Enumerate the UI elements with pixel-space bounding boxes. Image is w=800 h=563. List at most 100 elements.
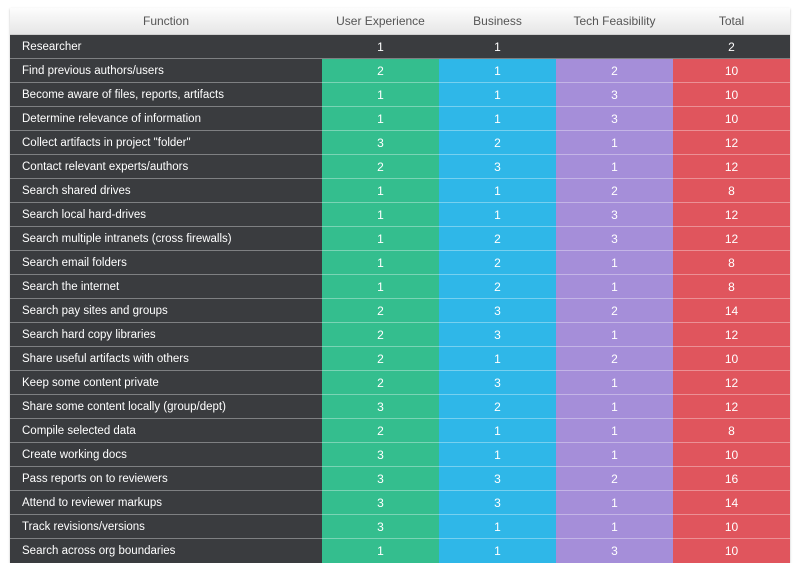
cell-fn: Compile selected data xyxy=(10,419,322,443)
cell-tot: 14 xyxy=(673,491,790,515)
table-header: Function User Experience Business Tech F… xyxy=(10,8,790,35)
cell-biz: 1 xyxy=(439,179,556,203)
cell-ux: 3 xyxy=(322,491,439,515)
cell-biz: 1 xyxy=(439,59,556,83)
cell-tot: 12 xyxy=(673,323,790,347)
cell-fn: Determine relevance of information xyxy=(10,107,322,131)
cell-ux: 1 xyxy=(322,203,439,227)
cell-fn: Search pay sites and groups xyxy=(10,299,322,323)
cell-tot: 12 xyxy=(673,371,790,395)
cell-tot: 10 xyxy=(673,515,790,539)
cell-tot: 12 xyxy=(673,131,790,155)
cell-ux: 2 xyxy=(322,155,439,179)
cell-tf: 1 xyxy=(556,371,673,395)
cell-ux: 1 xyxy=(322,227,439,251)
cell-biz: 2 xyxy=(439,251,556,275)
cell-biz: 3 xyxy=(439,371,556,395)
cell-biz: 2 xyxy=(439,227,556,251)
cell-fn: Search local hard-drives xyxy=(10,203,322,227)
table-row: Become aware of files, reports, artifact… xyxy=(10,83,790,107)
cell-fn: Share some content locally (group/dept) xyxy=(10,395,322,419)
cell-tot: 2 xyxy=(673,35,790,59)
cell-ux: 2 xyxy=(322,323,439,347)
cell-ux: 1 xyxy=(322,179,439,203)
cell-biz: 2 xyxy=(439,395,556,419)
cell-fn: Search multiple intranets (cross firewal… xyxy=(10,227,322,251)
table-row: Keep some content private23112 xyxy=(10,371,790,395)
cell-tf: 1 xyxy=(556,515,673,539)
cell-fn: Search email folders xyxy=(10,251,322,275)
cell-ux: 3 xyxy=(322,467,439,491)
cell-tf: 3 xyxy=(556,107,673,131)
cell-tf: 1 xyxy=(556,323,673,347)
cell-ux: 2 xyxy=(322,371,439,395)
cell-tot: 10 xyxy=(673,59,790,83)
cell-tf: 3 xyxy=(556,203,673,227)
cell-ux: 2 xyxy=(322,347,439,371)
table-row: Attend to reviewer markups33114 xyxy=(10,491,790,515)
cell-tot: 12 xyxy=(673,227,790,251)
cell-biz: 1 xyxy=(439,515,556,539)
cell-biz: 1 xyxy=(439,107,556,131)
table-row: Determine relevance of information11310 xyxy=(10,107,790,131)
table-row: Share some content locally (group/dept)3… xyxy=(10,395,790,419)
col-business: Business xyxy=(439,8,556,35)
cell-tot: 8 xyxy=(673,251,790,275)
cell-tot: 10 xyxy=(673,347,790,371)
cell-fn: Researcher xyxy=(10,35,322,59)
cell-tf xyxy=(556,35,673,59)
cell-fn: Contact relevant experts/authors xyxy=(10,155,322,179)
table-row: Track revisions/versions31110 xyxy=(10,515,790,539)
table-row: Search the internet1218 xyxy=(10,275,790,299)
table-body: Researcher112Find previous authors/users… xyxy=(10,35,790,563)
cell-tot: 12 xyxy=(673,395,790,419)
cell-fn: Keep some content private xyxy=(10,371,322,395)
cell-tf: 1 xyxy=(556,395,673,419)
cell-tf: 1 xyxy=(556,419,673,443)
cell-biz: 1 xyxy=(439,347,556,371)
cell-tf: 1 xyxy=(556,131,673,155)
cell-ux: 3 xyxy=(322,515,439,539)
cell-biz: 3 xyxy=(439,491,556,515)
cell-tf: 3 xyxy=(556,539,673,563)
cell-tf: 2 xyxy=(556,347,673,371)
cell-biz: 1 xyxy=(439,35,556,59)
cell-tot: 8 xyxy=(673,419,790,443)
cell-fn: Find previous authors/users xyxy=(10,59,322,83)
cell-tf: 1 xyxy=(556,491,673,515)
cell-fn: Create working docs xyxy=(10,443,322,467)
cell-tot: 8 xyxy=(673,275,790,299)
cell-biz: 1 xyxy=(439,443,556,467)
cell-biz: 3 xyxy=(439,155,556,179)
cell-tf: 2 xyxy=(556,59,673,83)
cell-tf: 1 xyxy=(556,275,673,299)
cell-ux: 2 xyxy=(322,299,439,323)
cell-ux: 1 xyxy=(322,251,439,275)
cell-biz: 1 xyxy=(439,419,556,443)
cell-biz: 3 xyxy=(439,323,556,347)
cell-fn: Attend to reviewer markups xyxy=(10,491,322,515)
table-row: Search email folders1218 xyxy=(10,251,790,275)
cell-tot: 16 xyxy=(673,467,790,491)
table-row: Find previous authors/users21210 xyxy=(10,59,790,83)
col-user-experience: User Experience xyxy=(322,8,439,35)
table-row: Contact relevant experts/authors23112 xyxy=(10,155,790,179)
cell-fn: Become aware of files, reports, artifact… xyxy=(10,83,322,107)
cell-tf: 1 xyxy=(556,443,673,467)
table-row: Collect artifacts in project "folder"321… xyxy=(10,131,790,155)
table-row: Search shared drives1128 xyxy=(10,179,790,203)
cell-tf: 3 xyxy=(556,227,673,251)
cell-fn: Track revisions/versions xyxy=(10,515,322,539)
cell-biz: 2 xyxy=(439,131,556,155)
cell-tot: 12 xyxy=(673,155,790,179)
cell-ux: 2 xyxy=(322,59,439,83)
cell-tf: 2 xyxy=(556,179,673,203)
cell-tf: 1 xyxy=(556,155,673,179)
cell-fn: Search hard copy libraries xyxy=(10,323,322,347)
cell-biz: 3 xyxy=(439,467,556,491)
cell-tot: 10 xyxy=(673,107,790,131)
cell-ux: 3 xyxy=(322,395,439,419)
priority-table: Function User Experience Business Tech F… xyxy=(10,8,790,563)
cell-tf: 1 xyxy=(556,251,673,275)
table-row: Create working docs31110 xyxy=(10,443,790,467)
